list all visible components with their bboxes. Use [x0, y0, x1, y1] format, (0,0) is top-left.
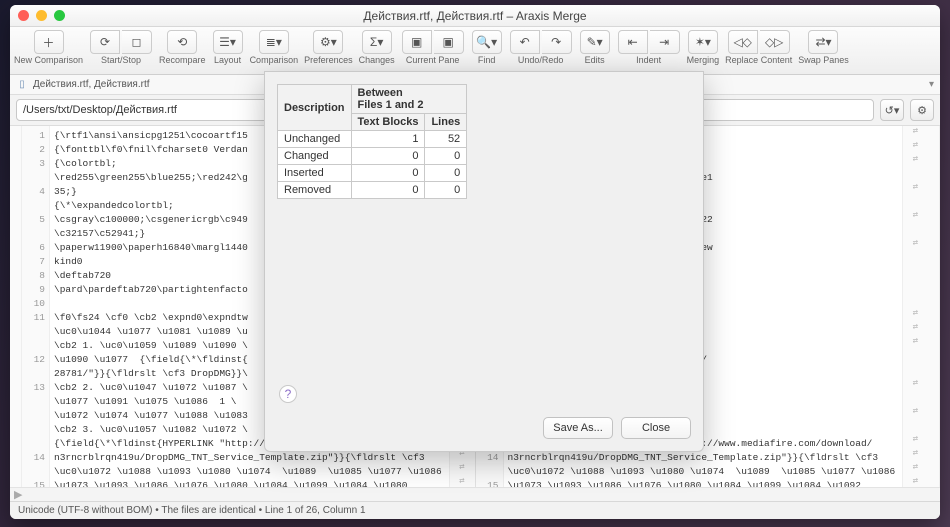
row-changed: Changed 0 0 — [278, 148, 467, 165]
horizontal-scrollbar[interactable]: ▶ — [10, 487, 940, 501]
cell-blocks: 1 — [351, 131, 425, 148]
current-pane-button[interactable]: ▣ ▣ Current Pane — [401, 30, 465, 65]
cell-blocks: 0 — [351, 148, 425, 165]
document-icon: ▯ — [16, 79, 28, 91]
close-button[interactable]: Close — [621, 417, 691, 439]
cell-label: Inserted — [278, 165, 352, 182]
current-pane-label: Current Pane — [406, 55, 460, 65]
th-text-blocks: Text Blocks — [351, 114, 425, 131]
gear-icon: ⚙▾ — [313, 30, 343, 54]
cell-lines: 0 — [425, 148, 467, 165]
plus-icon: ＋ — [34, 30, 64, 54]
row-removed: Removed 0 0 — [278, 182, 467, 199]
tab-chevron-icon[interactable]: ▾ — [929, 79, 934, 90]
undo-icon: ↶ — [510, 30, 540, 54]
left-change-gutter — [10, 126, 22, 487]
replace-right-icon: ◇▷ — [760, 30, 790, 54]
cell-blocks: 0 — [351, 182, 425, 199]
cell-label: Removed — [278, 182, 352, 199]
preferences-label: Preferences — [304, 55, 353, 65]
redo-icon: ↷ — [542, 30, 572, 54]
cell-lines: 0 — [425, 182, 467, 199]
edits-label: Edits — [585, 55, 605, 65]
swap-panes-button[interactable]: ⇄▾ Swap Panes — [798, 30, 849, 65]
comparison-button[interactable]: ≣▾ Comparison — [250, 30, 299, 65]
search-icon: 🔍▾ — [472, 30, 502, 54]
new-comparison-button[interactable]: ＋ New Comparison — [14, 30, 83, 65]
app-window: Действия.rtf, Действия.rtf – Araxis Merg… — [10, 5, 940, 519]
status-bar: Unicode (UTF-8 without BOM) • The files … — [10, 501, 940, 519]
pane-left-icon: ▣ — [402, 30, 432, 54]
left-history-button[interactable]: ↺▾ — [880, 99, 904, 121]
layout-button[interactable]: ☰▾ Layout — [212, 30, 244, 65]
merging-label: Merging — [687, 55, 720, 65]
preferences-button[interactable]: ⚙▾ Preferences — [304, 30, 353, 65]
cell-label: Unchanged — [278, 131, 352, 148]
zoom-window-icon[interactable] — [54, 10, 65, 21]
right-link-column: ⇄⇄⇄⇄⇄ ⇄⇄ ⇄⇄⇄⇄ ⇄⇄⇄⇄⇄⇄ — [902, 126, 928, 487]
comparison-label: Comparison — [250, 55, 299, 65]
replace-left-icon: ◁◇ — [728, 30, 758, 54]
changes-icon: Σ▾ — [362, 30, 392, 54]
compare-icon: ≣▾ — [259, 30, 289, 54]
refresh-icon: ⟳ — [90, 30, 120, 54]
edits-button[interactable]: ✎▾ Edits — [579, 30, 611, 65]
statistics-sheet: Description BetweenFiles 1 and 2 Text Bl… — [264, 71, 704, 452]
swap-icon: ⇄▾ — [808, 30, 838, 54]
cell-blocks: 0 — [351, 165, 425, 182]
left-options-button[interactable]: ⚙ — [910, 99, 934, 121]
edits-icon: ✎▾ — [580, 30, 610, 54]
indent-button[interactable]: ⇤ ⇥ Indent — [617, 30, 681, 65]
row-inserted: Inserted 0 0 — [278, 165, 467, 182]
recompare-button[interactable]: ⟲ Recompare — [159, 30, 206, 65]
left-line-gutter: 1 2 3 4 5 6 7 8 9 10 11 12 13 14 15 16 — [22, 126, 50, 487]
indent-icon: ⇥ — [650, 30, 680, 54]
window-controls — [18, 10, 65, 21]
th-between: BetweenFiles 1 and 2 — [351, 85, 467, 114]
replace-content-button[interactable]: ◁◇ ◇▷ Replace Content — [725, 30, 792, 65]
cell-label: Changed — [278, 148, 352, 165]
find-label: Find — [478, 55, 496, 65]
layout-label: Layout — [214, 55, 241, 65]
recompare-label: Recompare — [159, 55, 206, 65]
undo-redo-label: Undo/Redo — [518, 55, 564, 65]
cell-lines: 52 — [425, 131, 467, 148]
row-unchanged: Unchanged 1 52 — [278, 131, 467, 148]
find-button[interactable]: 🔍▾ Find — [471, 30, 503, 65]
replace-content-label: Replace Content — [725, 55, 792, 65]
indent-label: Indent — [636, 55, 661, 65]
statistics-table: Description BetweenFiles 1 and 2 Text Bl… — [277, 84, 467, 199]
close-window-icon[interactable] — [18, 10, 29, 21]
start-stop-button[interactable]: ⟳ ◻ Start/Stop — [89, 30, 153, 65]
help-icon[interactable]: ? — [279, 385, 297, 403]
merge-icon: ✶▾ — [688, 30, 718, 54]
changes-button[interactable]: Σ▾ Changes — [359, 30, 395, 65]
window-title: Действия.rtf, Действия.rtf – Araxis Merg… — [10, 9, 940, 23]
pane-right-icon: ▣ — [434, 30, 464, 54]
layout-icon: ☰▾ — [213, 30, 243, 54]
cell-lines: 0 — [425, 165, 467, 182]
recompare-icon: ⟲ — [167, 30, 197, 54]
swap-panes-label: Swap Panes — [798, 55, 849, 65]
merging-button[interactable]: ✶▾ Merging — [687, 30, 720, 65]
stop-icon: ◻ — [122, 30, 152, 54]
new-comparison-label: New Comparison — [14, 55, 83, 65]
document-tab-label[interactable]: Действия.rtf, Действия.rtf — [33, 79, 150, 90]
th-description: Description — [278, 85, 352, 131]
th-lines: Lines — [425, 114, 467, 131]
outdent-icon: ⇤ — [618, 30, 648, 54]
right-change-gutter — [928, 126, 940, 487]
toolbar: ＋ New Comparison ⟳ ◻ Start/Stop ⟲ Recomp… — [10, 27, 940, 75]
minimize-window-icon[interactable] — [36, 10, 47, 21]
changes-label: Changes — [359, 55, 395, 65]
save-as-button[interactable]: Save As... — [543, 417, 613, 439]
start-stop-label: Start/Stop — [101, 55, 141, 65]
titlebar: Действия.rtf, Действия.rtf – Araxis Merg… — [10, 5, 940, 27]
status-text: Unicode (UTF-8 without BOM) • The files … — [18, 505, 366, 516]
undo-redo-button[interactable]: ↶ ↷ Undo/Redo — [509, 30, 573, 65]
